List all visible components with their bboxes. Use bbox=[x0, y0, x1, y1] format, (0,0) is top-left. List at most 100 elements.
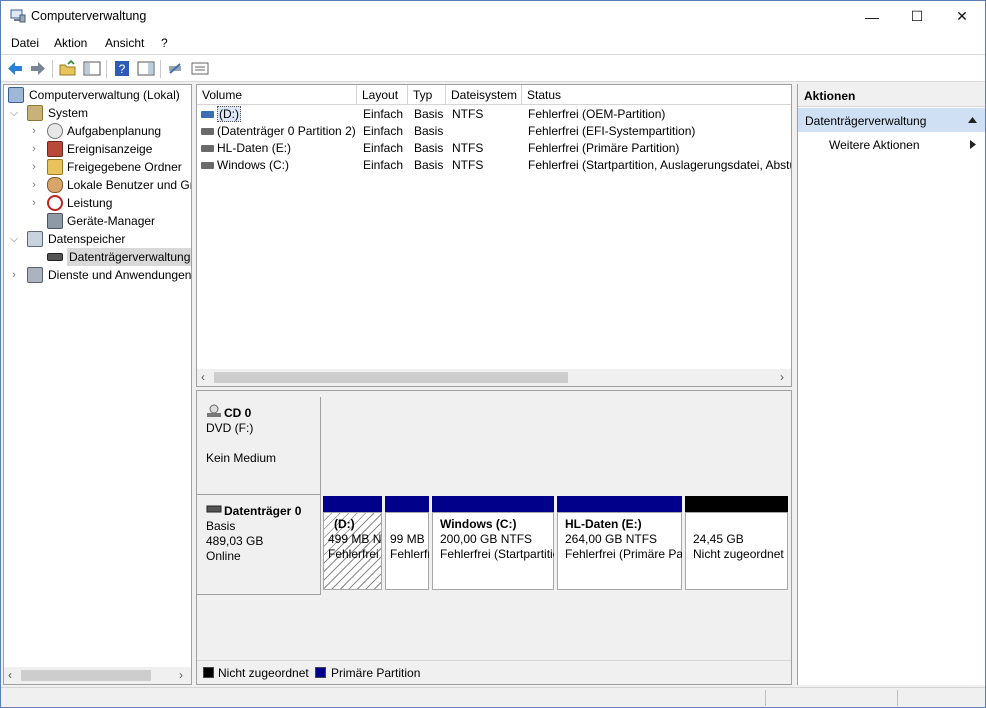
close-icon: ✕ bbox=[956, 8, 968, 24]
type-cell: Basis bbox=[414, 107, 444, 121]
tree-item-dienste-und-anwendungen[interactable]: › Dienste und Anwendungen bbox=[8, 266, 191, 284]
disk0-label[interactable]: Datenträger 0 Basis 489,03 GB Online bbox=[197, 495, 321, 595]
disk-graphic-view: CD 0 DVD (F:) Kein Medium Datenträger 0 … bbox=[196, 390, 792, 685]
column-header-dateisystem[interactable]: Dateisystem bbox=[446, 85, 522, 105]
type-cell: Basis bbox=[414, 141, 444, 155]
minimize-button[interactable]: — bbox=[849, 1, 895, 32]
volume-name-cell: Windows (C:) bbox=[217, 158, 290, 172]
tree-item-geraete-manager[interactable]: Geräte-Manager bbox=[28, 212, 191, 230]
menu-datei[interactable]: Datei bbox=[11, 36, 39, 50]
filesystem-cell: NTFS bbox=[452, 107, 484, 121]
services-icon bbox=[27, 267, 43, 283]
tree-item-datenspeicher[interactable]: ⌵ Datenspeicher bbox=[8, 230, 191, 248]
status-cell: Fehlerfrei (EFI-Systempartition) bbox=[528, 124, 696, 138]
forward-arrow-icon[interactable] bbox=[29, 60, 47, 77]
action-weitere-aktionen[interactable]: Weitere Aktionen bbox=[798, 134, 985, 156]
chevron-down-icon[interactable]: ⌵ bbox=[8, 104, 20, 122]
column-header-layout[interactable]: Layout bbox=[357, 85, 408, 105]
chevron-right-icon[interactable]: › bbox=[28, 194, 40, 212]
table-row[interactable]: (D:) Einfach Basis NTFS Fehlerfrei (OEM-… bbox=[197, 106, 791, 123]
toolbar: ? bbox=[1, 54, 985, 82]
tree-item-datentraegerverwaltung[interactable]: Datenträgerverwaltung bbox=[28, 248, 191, 266]
tools-icon bbox=[27, 105, 43, 121]
disk0-state: Online bbox=[206, 549, 241, 563]
submenu-arrow-icon bbox=[970, 140, 976, 149]
cd-drive-label[interactable]: CD 0 DVD (F:) Kein Medium bbox=[197, 397, 321, 495]
partition-size: 264,00 GB NTFS bbox=[565, 532, 658, 546]
properties-icon[interactable] bbox=[191, 60, 209, 77]
back-arrow-icon[interactable] bbox=[6, 60, 24, 77]
status-cell: Fehlerfrei (OEM-Partition) bbox=[528, 107, 666, 121]
volume-disk-icon bbox=[201, 128, 214, 135]
partition-windows-c[interactable]: Windows (C:) 200,00 GB NTFS Fehlerfrei (… bbox=[432, 496, 554, 590]
users-icon bbox=[47, 177, 63, 193]
table-row[interactable]: HL-Daten (E:) Einfach Basis NTFS Fehlerf… bbox=[197, 140, 791, 157]
maximize-button[interactable]: ☐ bbox=[894, 1, 940, 32]
type-cell: Basis bbox=[414, 158, 444, 172]
chevron-right-icon[interactable]: › bbox=[28, 158, 40, 176]
up-folder-icon[interactable] bbox=[59, 60, 77, 77]
help-icon[interactable]: ? bbox=[113, 60, 131, 77]
collapse-up-icon[interactable] bbox=[968, 117, 977, 123]
computer-management-icon bbox=[8, 87, 24, 103]
column-header-status[interactable]: Status bbox=[522, 85, 791, 105]
actions-section-datentraegerverwaltung[interactable]: Datenträgerverwaltung bbox=[798, 108, 985, 132]
scroll-left-icon[interactable]: ‹ bbox=[8, 668, 12, 682]
volume-disk-icon bbox=[201, 111, 214, 118]
tree-item-aufgabenplanung[interactable]: › Aufgabenplanung bbox=[28, 122, 191, 140]
close-button[interactable]: ✕ bbox=[939, 1, 985, 32]
maximize-icon: ☐ bbox=[910, 8, 924, 24]
show-hide-action-pane-icon[interactable] bbox=[137, 60, 155, 77]
column-header-typ[interactable]: Typ bbox=[408, 85, 446, 105]
partition-d[interactable]: (D:) 499 MB NTFS Fehlerfrei (OEM-Partiti… bbox=[323, 496, 382, 590]
scroll-right-icon[interactable]: › bbox=[179, 668, 183, 682]
clock-icon bbox=[47, 123, 63, 139]
scroll-right-icon[interactable]: › bbox=[780, 370, 784, 384]
volume-list-horizontal-scrollbar[interactable]: ‹ › bbox=[197, 369, 791, 386]
tree-item-freigegebene-ordner[interactable]: › Freigegebene Ordner bbox=[28, 158, 191, 176]
chevron-right-icon[interactable]: › bbox=[8, 266, 20, 284]
tree-item-ereignisanzeige[interactable]: › Ereignisanzeige bbox=[28, 140, 191, 158]
console-tree: Computerverwaltung (Lokal) ⌵ System › Au… bbox=[3, 84, 192, 685]
window-title: Computerverwaltung bbox=[31, 9, 147, 23]
menu-help[interactable]: ? bbox=[161, 36, 168, 50]
status-separator bbox=[765, 690, 766, 706]
svg-text:?: ? bbox=[119, 62, 126, 76]
disk-management-icon bbox=[47, 253, 63, 261]
chevron-right-icon[interactable]: › bbox=[28, 122, 40, 140]
chevron-down-icon[interactable]: ⌵ bbox=[8, 230, 20, 248]
hard-disk-icon bbox=[206, 505, 222, 513]
tree-horizontal-scrollbar[interactable]: ‹ › bbox=[4, 667, 191, 684]
cd-drive-icon bbox=[207, 404, 221, 417]
partition-unallocated[interactable]: 24,45 GB Nicht zugeordnet bbox=[685, 496, 788, 590]
column-header-volume[interactable]: Volume bbox=[197, 85, 357, 105]
actions-title: Aktionen bbox=[804, 89, 856, 103]
table-row[interactable]: Windows (C:) Einfach Basis NTFS Fehlerfr… bbox=[197, 157, 791, 174]
scroll-left-icon[interactable]: ‹ bbox=[201, 370, 205, 384]
cd-drive-letter: DVD (F:) bbox=[206, 421, 254, 435]
menu-aktion[interactable]: Aktion bbox=[54, 36, 87, 50]
menu-ansicht[interactable]: Ansicht bbox=[105, 36, 144, 50]
partition-status: Fehlerfrei (OEM-Partition) bbox=[328, 547, 382, 561]
actions-header: Aktionen bbox=[798, 84, 985, 107]
tree-item-computerverwaltung[interactable]: Computerverwaltung (Lokal) bbox=[6, 86, 191, 104]
tree-item-system[interactable]: ⌵ System bbox=[8, 104, 191, 122]
partition-efi[interactable]: 99 MB Fehlerfrei (EFI-Systempartition) bbox=[385, 496, 429, 590]
volume-name-cell: (Datenträger 0 Partition 2) bbox=[217, 124, 355, 138]
status-cell: Fehlerfrei (Primäre Partition) bbox=[528, 141, 680, 155]
partition-hl-daten-e[interactable]: HL-Daten (E:) 264,00 GB NTFS Fehlerfrei … bbox=[557, 496, 682, 590]
chevron-right-icon[interactable]: › bbox=[28, 176, 40, 194]
scrollbar-thumb[interactable] bbox=[21, 670, 151, 681]
tree-item-lokale-benutzer[interactable]: › Lokale Benutzer und Gruppen bbox=[28, 176, 191, 194]
scrollbar-thumb[interactable] bbox=[214, 372, 568, 383]
volume-name-cell: HL-Daten (E:) bbox=[217, 141, 292, 155]
connect-icon[interactable] bbox=[167, 60, 185, 77]
layout-cell: Einfach bbox=[363, 158, 404, 172]
chevron-right-icon[interactable]: › bbox=[28, 140, 40, 158]
table-row[interactable]: (Datenträger 0 Partition 2) Einfach Basi… bbox=[197, 123, 791, 140]
menu-bar: Datei Aktion Ansicht ? bbox=[1, 32, 985, 54]
performance-icon bbox=[47, 195, 63, 211]
show-hide-tree-icon[interactable] bbox=[83, 60, 101, 77]
primary-partition-bar bbox=[323, 496, 382, 512]
tree-item-leistung[interactable]: › Leistung bbox=[28, 194, 191, 212]
